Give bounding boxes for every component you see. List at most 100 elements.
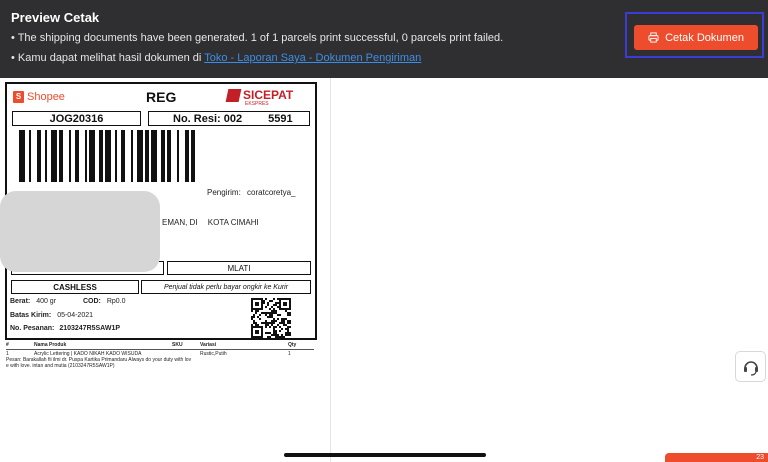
qr-module [283,318,285,320]
qr-module [257,304,259,306]
col-sku: SKU [172,342,183,348]
qr-module [269,308,271,310]
qr-module [281,298,283,300]
qr-module [271,310,273,312]
qr-module [255,304,257,306]
label-header: S Shopee REG SICEPAT EKSPRES [7,84,315,110]
qr-module [261,332,263,334]
qr-module [255,308,257,310]
print-documents-button[interactable]: Cetak Dokumen [634,25,758,50]
qr-module [285,298,287,300]
order-number-label: No. Pesanan: [10,325,55,332]
shopee-bag-icon: S [13,91,24,103]
qr-module [289,322,291,324]
qr-module [269,326,271,328]
qr-module [265,332,267,334]
qr-module [261,302,263,304]
qr-module [275,312,277,314]
qr-module [281,322,283,324]
cod-label: COD: [83,298,101,305]
qr-module [277,298,279,300]
qr-module [257,316,259,318]
qr-module [255,332,257,334]
qr-module [251,328,253,330]
qr-module [279,336,281,338]
home-indicator [284,453,486,457]
deadline-label: Batas Kirim: [10,312,52,319]
qr-module [273,318,275,320]
qr-module [261,304,263,306]
qr-module [255,322,257,324]
qr-module [259,298,261,300]
qr-module [277,336,279,338]
qr-module [285,318,287,320]
payment-box: CASHLESS [11,280,139,294]
qr-module [255,336,257,338]
list-item: 1 Acrylic Lettering | KADO NIKAH KADO WI… [6,350,314,357]
order-code-box: JOG20316 [12,111,141,126]
qr-module [273,326,275,328]
qr-module [289,314,291,316]
item-list-header: # Nama Produk SKU Variasi Qty [6,342,314,350]
qr-module [253,314,255,316]
qr-module [275,330,277,332]
qr-module [279,304,281,306]
qr-module [263,302,265,304]
tracking-number-box: No. Resi: 002 5591 [148,111,310,126]
qr-module [261,312,263,314]
qr-module [265,326,267,328]
qr-module [253,326,255,328]
qr-module [251,298,253,300]
qr-module [285,324,287,326]
qr-module [281,334,283,336]
qr-module [251,310,253,312]
qr-module [271,316,273,318]
qr-module [287,334,289,336]
qr-module [265,306,267,308]
qr-module [257,302,259,304]
qr-module [251,324,253,326]
qr-module [257,336,259,338]
item-variant: Rustic,Putih [200,351,227,357]
qr-module [265,312,267,314]
qr-module [267,304,269,306]
qr-module [267,316,269,318]
report-location-link[interactable]: Toko - Laporan Saya - Dokumen Pengiriman [204,52,421,64]
qr-module [251,334,253,336]
qr-module [269,336,271,338]
qr-module [251,326,253,328]
qr-module [271,320,273,322]
redacted-address [0,191,160,272]
cod-value: Rp0.0 [106,298,126,305]
tracking-tail: 5591 [268,112,293,125]
qr-module [289,302,291,304]
tracking-barcode [19,130,304,182]
qr-module [269,322,271,324]
qr-module [267,332,269,334]
sender-info: Pengirim: coratcoretya_ [207,188,296,197]
qr-module [255,302,257,304]
qr-module [275,332,277,334]
qr-module [271,334,273,336]
qr-module [289,304,291,306]
qr-module [273,298,275,300]
notification-badge[interactable]: 23 [665,453,768,462]
cod-row: COD: Rp0.0 [83,298,126,305]
qr-module [281,320,283,322]
qr-module [273,320,275,322]
qr-module [285,334,287,336]
support-chat-button[interactable] [735,351,766,382]
qr-module [273,312,275,314]
qr-module [279,300,281,302]
courier-sub: EKSPRES [245,101,269,107]
qr-module [273,328,275,330]
qr-module [281,336,283,338]
qr-module [265,298,267,300]
qr-module [253,316,255,318]
qr-module [287,330,289,332]
qr-module [275,334,277,336]
qr-module [289,312,291,314]
page-title: Preview Cetak [11,10,100,25]
qr-module [261,298,263,300]
item-list: # Nama Produk SKU Variasi Qty 1 Acrylic … [6,342,314,369]
